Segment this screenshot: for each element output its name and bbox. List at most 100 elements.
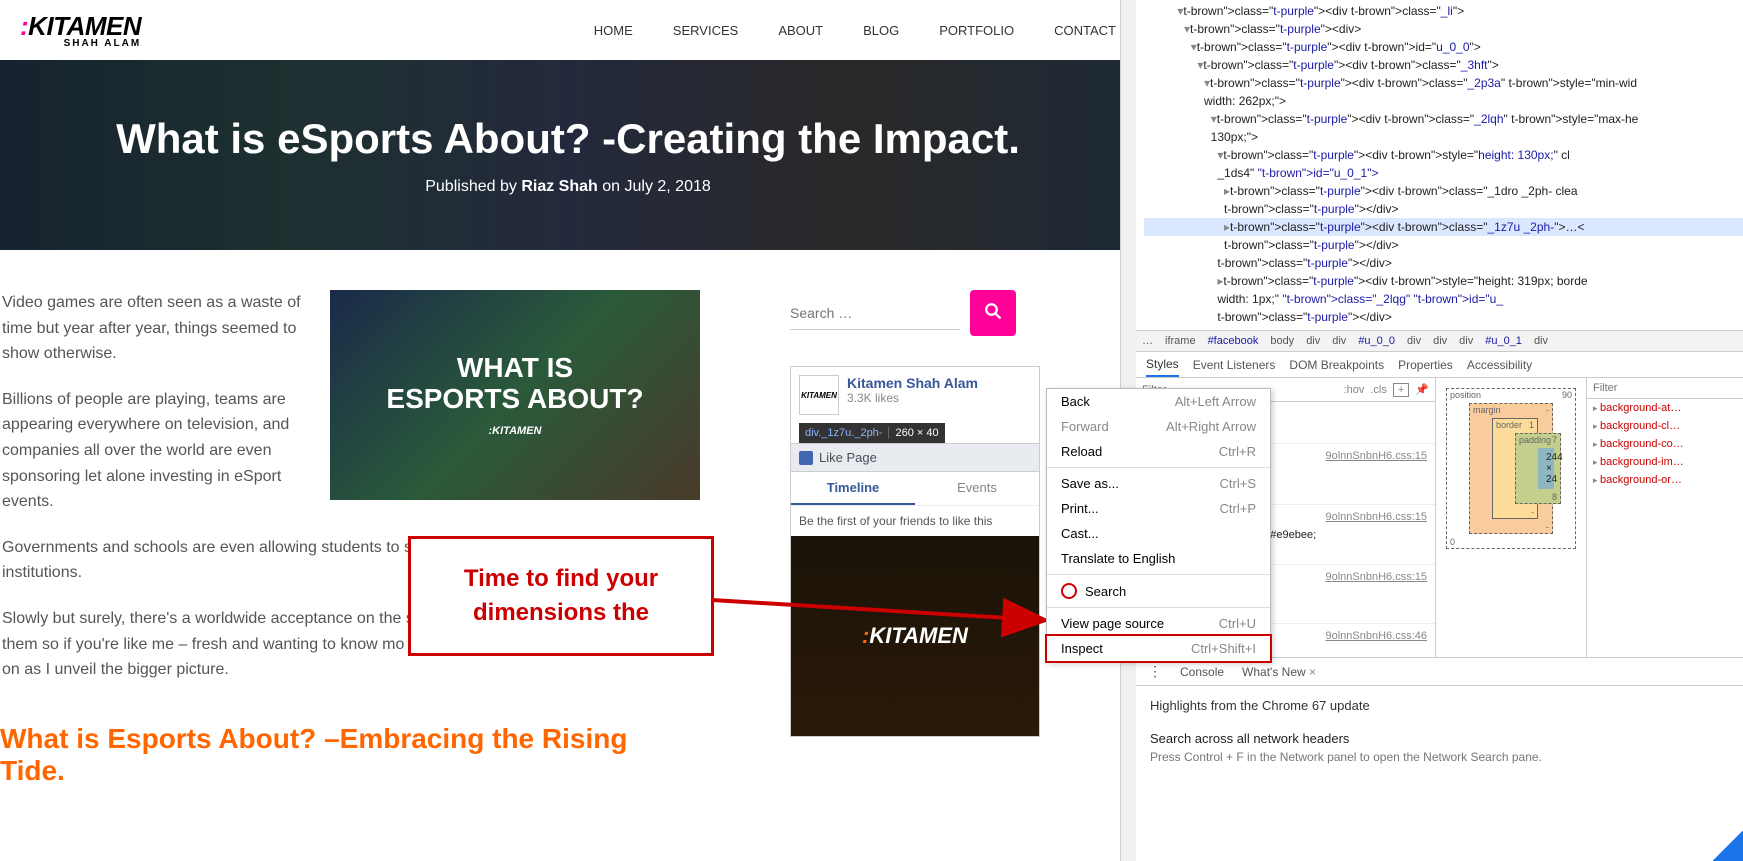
nav-blog[interactable]: BLOG (863, 23, 899, 38)
ctx-view-page-source[interactable]: View page sourceCtrl+U (1047, 611, 1270, 636)
ctx-inspect[interactable]: InspectCtrl+Shift+I (1045, 634, 1272, 663)
computed-filter-input[interactable] (1587, 378, 1743, 399)
fb-post-image[interactable]: KITAMEN (791, 536, 1039, 736)
nav-home[interactable]: HOME (594, 23, 633, 38)
elements-tree[interactable]: ▾t-brown">class="t-purple"><div t-brown"… (1136, 0, 1743, 330)
tab-properties[interactable]: Properties (1398, 358, 1453, 372)
fb-page-name[interactable]: Kitamen Shah Alam (847, 375, 978, 391)
crumb-item[interactable]: #u_0_0 (1358, 335, 1395, 347)
ctx-back[interactable]: BackAlt+Left Arrow (1047, 389, 1270, 414)
inspect-tooltip: div._1z7u._2ph- 260 × 40 (799, 423, 945, 443)
drawer-body: Highlights from the Chrome 67 update Sea… (1136, 686, 1743, 776)
search-icon (984, 302, 1002, 320)
dom-node[interactable]: ▾t-brown">class="t-purple"><div t-brown"… (1144, 74, 1743, 92)
dom-node[interactable]: ▸t-brown">class="t-purple"><div t-brown"… (1144, 272, 1743, 290)
crumb-item[interactable]: iframe (1165, 335, 1196, 347)
dom-node[interactable]: ▾t-brown">class="t-purple"><div t-brown"… (1144, 146, 1743, 164)
cls-toggle[interactable]: .cls (1370, 384, 1387, 396)
site-logo[interactable]: KITAMEN SHAH ALAM (20, 11, 141, 49)
fb-friends-text: Be the first of your friends to like thi… (791, 505, 1039, 536)
dom-node[interactable]: ▾t-brown">class="t-purple"><div t-brown"… (1144, 2, 1743, 20)
tab-styles[interactable]: Styles (1146, 357, 1179, 377)
annotation-callout: Time to find your dimensions the (408, 536, 714, 656)
dom-node[interactable]: _1ds4" "t-brown">id="u_0_1"> (1144, 164, 1743, 182)
computed-property[interactable]: background-im… (1587, 453, 1743, 471)
fb-like-button[interactable]: Like Page (791, 443, 1039, 472)
author-link[interactable]: Riaz Shah (521, 178, 597, 195)
crumb-item[interactable]: div (1332, 335, 1346, 347)
context-menu: BackAlt+Left ArrowForwardAlt+Right Arrow… (1046, 388, 1271, 662)
nav-portfolio[interactable]: PORTFOLIO (939, 23, 1014, 38)
dom-node[interactable]: t-brown">class="t-purple"></div> (1144, 236, 1743, 254)
ctx-save-as-[interactable]: Save as...Ctrl+S (1047, 471, 1270, 496)
drawer-menu-icon[interactable]: ⋮ (1148, 663, 1162, 680)
dom-node[interactable]: t-brown">class="t-purple"></div> (1144, 200, 1743, 218)
crumb-item[interactable]: div (1534, 335, 1548, 347)
crumb-item[interactable]: #u_0_1 (1485, 335, 1522, 347)
dom-node[interactable]: t-brown">class="t-purple"></div> (1144, 308, 1743, 326)
resize-corner-icon[interactable] (1713, 831, 1743, 861)
nav-contact[interactable]: CONTACT (1054, 23, 1116, 38)
dom-node[interactable]: 130px;"> (1144, 128, 1743, 146)
tab-event-listeners[interactable]: Event Listeners (1193, 358, 1276, 372)
section-heading: What is Esports About? –Embracing the Ri… (0, 723, 700, 787)
search-button[interactable] (970, 290, 1016, 336)
new-rule-button[interactable]: + (1393, 383, 1409, 397)
dom-node[interactable]: ▾t-brown">class="t-purple"><div t-brown"… (1144, 38, 1743, 56)
dom-node[interactable]: width: 1px;" "t-brown">class="_2lqg" "t-… (1144, 290, 1743, 308)
computed-property[interactable]: background-or… (1587, 471, 1743, 489)
dom-node[interactable]: ▾t-brown">class="t-purple"><div> (1144, 20, 1743, 38)
tab-whats-new[interactable]: What's New (1242, 665, 1316, 679)
crumb-item[interactable]: #facebook (1208, 335, 1259, 347)
hov-toggle[interactable]: :hov (1344, 384, 1365, 396)
dom-node[interactable]: width: 262px;"> (1144, 92, 1743, 110)
ctx-translate-to-english[interactable]: Translate to English (1047, 546, 1270, 571)
pin-icon[interactable]: 📌 (1415, 383, 1429, 396)
computed-property[interactable]: background-co… (1587, 435, 1743, 453)
site-header: KITAMEN SHAH ALAM HOME SERVICES ABOUT BL… (0, 0, 1136, 60)
nav-services[interactable]: SERVICES (673, 23, 739, 38)
dom-node[interactable]: ▾t-brown">class="t-purple"><div t-brown"… (1144, 110, 1743, 128)
crumb-item[interactable]: body (1270, 335, 1294, 347)
main-nav: HOME SERVICES ABOUT BLOG PORTFOLIO CONTA… (594, 23, 1116, 38)
computed-property[interactable]: background-at… (1587, 399, 1743, 417)
tab-console[interactable]: Console (1180, 665, 1224, 679)
website-viewport: KITAMEN SHAH ALAM HOME SERVICES ABOUT BL… (0, 0, 1136, 861)
ctx-print-[interactable]: Print...Ctrl+P (1047, 496, 1270, 521)
nav-about[interactable]: ABOUT (778, 23, 823, 38)
ctx-search[interactable]: Search (1047, 578, 1270, 604)
drawer-subtext: Press Control + F in the Network panel t… (1150, 750, 1729, 764)
fb-like-count: 3.3K likes (847, 391, 978, 405)
crumb-item[interactable]: div (1433, 335, 1447, 347)
fb-page-logo[interactable]: KITAMEN (799, 375, 839, 415)
ctx-reload[interactable]: ReloadCtrl+R (1047, 439, 1270, 464)
fb-tab-timeline[interactable]: Timeline (791, 472, 915, 505)
crumb-item[interactable]: div (1459, 335, 1473, 347)
sidebar: KITAMEN Kitamen Shah Alam 3.3K likes div… (790, 290, 1040, 787)
computed-pane[interactable]: background-at…background-cl…background-c… (1586, 378, 1743, 657)
ctx-forward: ForwardAlt+Right Arrow (1047, 414, 1270, 439)
computed-property[interactable]: background-cl… (1587, 417, 1743, 435)
ctx-cast-[interactable]: Cast... (1047, 521, 1270, 546)
thumb-icon (799, 451, 813, 465)
dom-node[interactable]: ▾t-brown">class="t-purple"><div t-brown"… (1144, 56, 1743, 74)
crumb-item[interactable]: … (1142, 335, 1153, 347)
box-model[interactable]: position 90 margin - border 1 padding 7 … (1436, 378, 1586, 657)
tab-dom-breakpoints[interactable]: DOM Breakpoints (1289, 358, 1384, 372)
page-title: What is eSports About? -Creating the Imp… (116, 115, 1020, 163)
drawer-title: Highlights from the Chrome 67 update (1150, 698, 1729, 713)
dom-node[interactable]: t-brown">class="t-purple"></div> (1144, 254, 1743, 272)
drawer-heading: Search across all network headers (1150, 731, 1729, 746)
tab-accessibility[interactable]: Accessibility (1467, 358, 1532, 372)
dom-node[interactable]: ▸t-brown">class="t-purple"><div t-brown"… (1144, 218, 1743, 236)
crumb-item[interactable]: div (1306, 335, 1320, 347)
featured-image: WHAT IS ESPORTS ABOUT? :KITAMEN (330, 290, 700, 500)
hero-banner: What is eSports About? -Creating the Imp… (0, 60, 1136, 250)
pinterest-icon (1061, 583, 1077, 599)
styles-tabs: Styles Event Listeners DOM Breakpoints P… (1136, 352, 1743, 378)
crumb-item[interactable]: div (1407, 335, 1421, 347)
dom-node[interactable]: ▸t-brown">class="t-purple"><div t-brown"… (1144, 182, 1743, 200)
search-input[interactable] (790, 297, 960, 330)
breadcrumb[interactable]: …iframe#facebookbodydivdiv#u_0_0divdivdi… (1136, 330, 1743, 352)
fb-tab-events[interactable]: Events (915, 472, 1039, 505)
